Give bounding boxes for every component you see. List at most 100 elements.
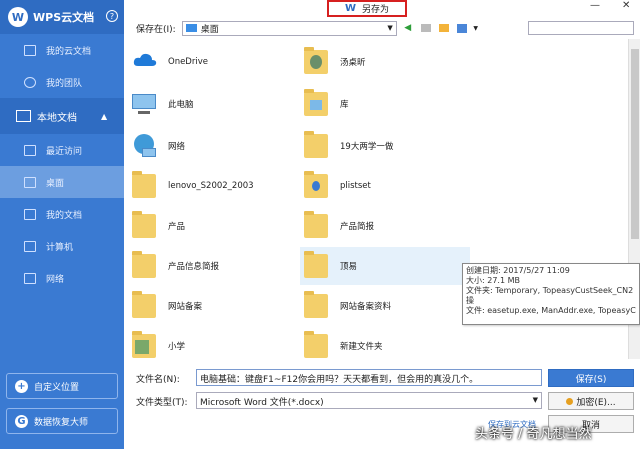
network-icon [24,272,36,284]
file-name: 网络 [168,142,186,152]
sidebar-item-label: 我的文档 [46,210,83,221]
encrypt-label: 加密(E)... [576,397,616,408]
location-toolbar: 保存在(I): 桌面 ▼ ◀ ▼ [124,17,640,39]
file-item-folder[interactable]: 产品信息简报 [132,247,292,285]
cloud-doc-icon [24,44,36,56]
minimize-button[interactable]: — [590,0,600,11]
file-name: 新建文件夹 [340,342,383,352]
save-in-dropdown[interactable]: 桌面 ▼ [181,20,397,36]
dialog-title-highlight: W 另存为 [327,0,407,17]
scrollbar-thumb[interactable] [631,49,639,239]
recovery-icon: G [15,414,28,428]
sidebar-item-my-documents[interactable]: 我的文档 [0,198,124,230]
folder-icon [304,171,328,198]
close-button[interactable]: ✕ [622,0,630,11]
file-item-user-folder[interactable]: 汤桌昕 [304,43,464,81]
custom-location-button[interactable]: + 自定义位置 [6,373,118,399]
tooltip-line: 文件夹: Temporary, TopeasyCustSeek_CN2 [466,286,634,295]
file-item-folder[interactable]: 产品 [132,207,292,245]
data-recovery-label: 数据恢复大师 [34,417,89,428]
team-icon [24,76,36,88]
encrypt-button[interactable]: 加密(E)... [548,392,634,410]
wps-logo-icon: W [8,7,28,27]
file-item-folder[interactable]: plistset [304,167,464,205]
tooltip-line: 文件: easetup.exe, ManAddr.exe, TopeasyC [466,306,636,315]
data-recovery-button[interactable]: G 数据恢复大师 [6,408,118,434]
desktop-icon [24,176,36,188]
file-name: 此电脑 [168,100,194,110]
folder-icon [304,291,328,318]
file-item-folder[interactable]: 19大两学一做 [304,127,464,165]
file-item-library[interactable]: 库 [304,85,464,123]
view-menu-button[interactable] [455,21,469,35]
custom-location-label: 自定义位置 [34,382,80,393]
sidebar-item-label: 计算机 [46,242,74,253]
file-item-network[interactable]: 网络 [132,127,292,165]
sidebar-item-my-cloud-docs[interactable]: 我的云文档 [0,34,124,66]
sidebar-section-local-docs[interactable]: 本地文档 ▲ [0,98,124,134]
filetype-select[interactable]: Microsoft Word 文件(*.docx) ▼ [196,392,542,409]
help-icon[interactable]: ? [106,10,118,22]
collapse-caret-icon[interactable]: ▲ [101,112,107,121]
monitor-icon [16,110,31,122]
dialog-titlebar: W 另存为 — ✕ [124,0,640,17]
sidebar-item-network[interactable]: 网络 [0,262,124,294]
filetype-value: Microsoft Word 文件(*.docx) [200,398,324,408]
new-folder-button[interactable] [437,21,451,35]
folder-icon [304,131,328,158]
file-name: 产品简报 [340,222,375,232]
sidebar-item-computer[interactable]: 计算机 [0,230,124,262]
file-name: 库 [340,100,349,110]
filename-input[interactable]: 电脑基础：键盘F1~F12你会用吗？天天都看到，但会用的真没几个。 [196,369,542,386]
save-button[interactable]: 保存(S) [548,369,634,387]
sidebar-item-label: 桌面 [46,178,65,189]
folder-info-tooltip: 创建日期: 2017/5/27 11:09 大小: 27.1 MB 文件夹: T… [462,263,640,325]
sidebar-section-label: 本地文档 [37,112,77,124]
wps-writer-icon: W [344,3,356,14]
save-in-value: 桌面 [200,24,219,35]
sidebar-item-my-team[interactable]: 我的团队 [0,66,124,98]
plus-icon: + [15,379,28,393]
folder-icon [132,171,156,198]
up-folder-button[interactable] [419,21,433,35]
file-item-folder[interactable]: 网站备案资料 [304,287,464,325]
file-item-folder[interactable]: 产品简报 [304,207,464,245]
chevron-down-icon: ▼ [532,396,538,404]
file-name: 网站备案 [168,302,203,312]
view-dropdown-icon[interactable]: ▼ [469,21,483,35]
file-item-this-pc[interactable]: 此电脑 [132,85,292,123]
file-name: OneDrive [168,57,208,67]
computer-icon [24,240,36,252]
computer-icon [132,92,156,116]
folder-icon [304,211,328,238]
sidebar-item-label: 最近访问 [46,146,83,157]
back-button[interactable]: ◀ [401,21,415,35]
watermark: 头条号 / 奇凡想当然 [475,427,592,442]
folder-icon [132,331,156,358]
file-item-folder[interactable]: lenovo_S2002_2003 [132,167,292,205]
file-name: 汤桌昕 [340,58,366,68]
search-input[interactable] [528,21,634,35]
sidebar: W WPS云文档 ? 我的云文档 我的团队 本地文档 ▲ 最近访问 桌面 我的文… [0,0,124,449]
cloud-icon [132,50,157,74]
file-item-onedrive[interactable]: OneDrive [132,43,292,81]
sidebar-item-recent[interactable]: 最近访问 [0,134,124,166]
folder-icon [132,291,156,318]
file-name: 小学 [168,342,186,352]
folder-icon [304,331,328,358]
sidebar-item-desktop[interactable]: 桌面 [0,166,124,198]
folder-icon [304,251,328,278]
file-item-folder[interactable]: 网站备案 [132,287,292,325]
file-name: 产品 [168,222,186,232]
sidebar-item-label: 我的团队 [46,78,83,89]
file-item-folder-hovered[interactable]: 顶易 [300,247,470,285]
file-name: lenovo_S2002_2003 [168,181,254,191]
lock-icon [566,397,574,405]
network-icon [132,134,156,158]
desktop-folder-icon [185,24,197,32]
documents-icon [24,208,36,220]
tooltip-line: 创建日期: 2017/5/27 11:09 [466,266,570,275]
user-folder-icon [304,47,328,74]
sidebar-item-label: 网络 [46,274,65,285]
sidebar-item-label: 我的云文档 [46,46,92,57]
